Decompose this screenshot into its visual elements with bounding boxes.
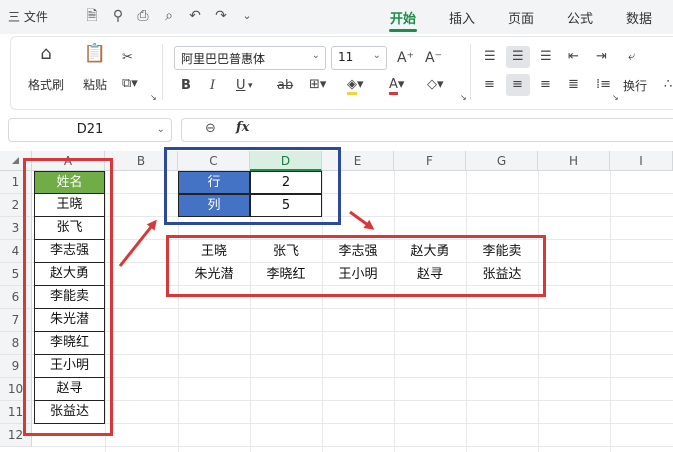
annotation-arrows [118,210,375,267]
arrow-list-to-params [118,219,157,267]
arrow-params-to-result [349,210,375,230]
